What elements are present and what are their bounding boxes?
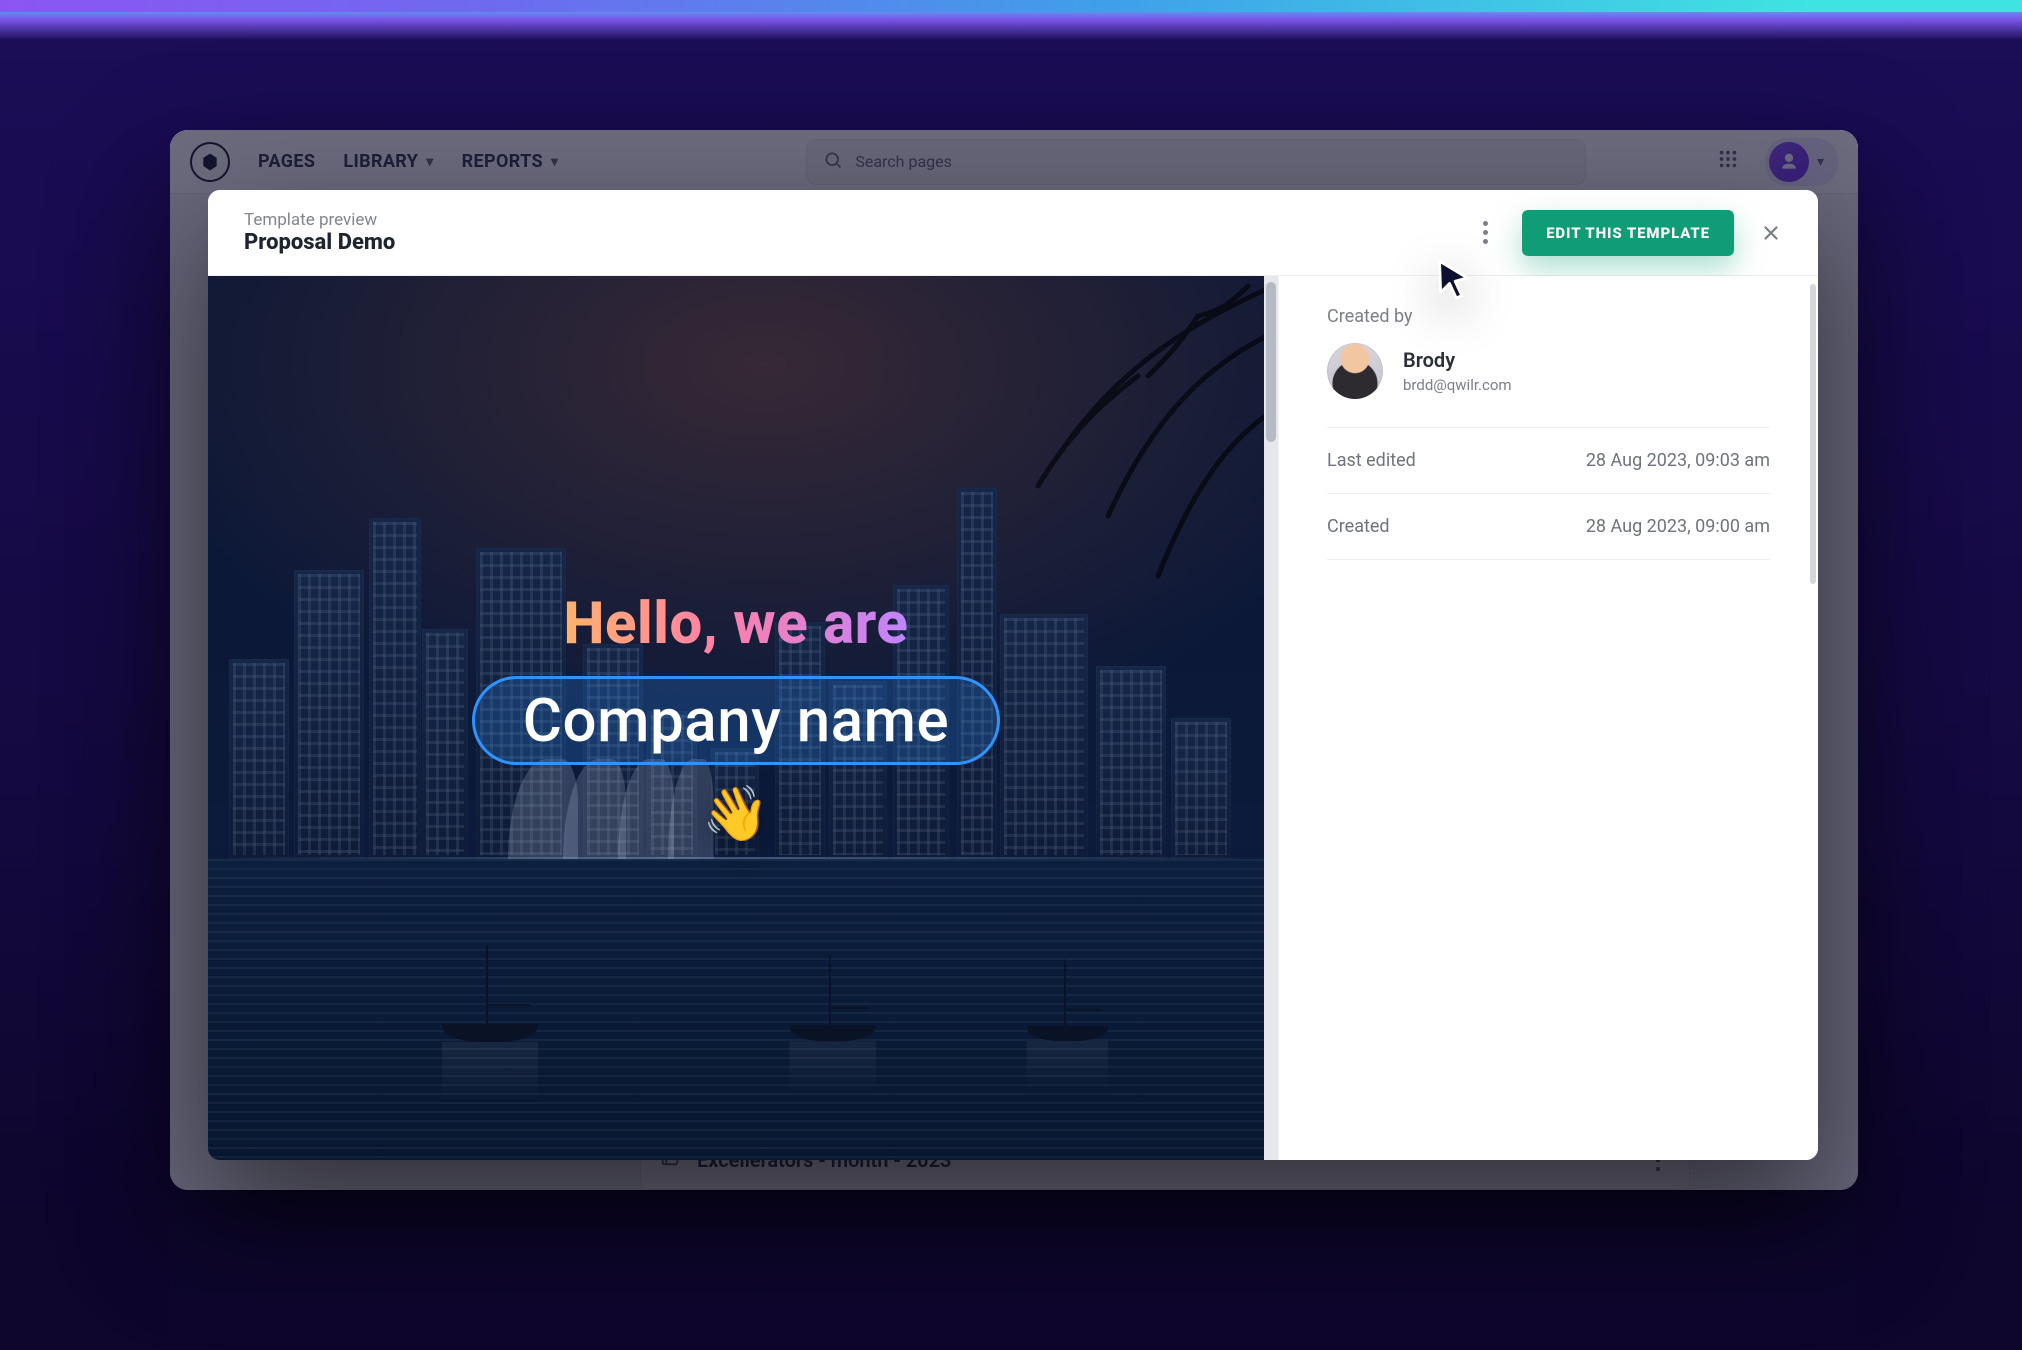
scrollbar-thumb[interactable] — [1266, 282, 1276, 442]
nav-reports[interactable]: REPORTS▾ — [462, 151, 559, 172]
hero-heading: Hello, we are — [564, 590, 909, 658]
kebab-icon — [1483, 230, 1488, 235]
close-button[interactable] — [1752, 214, 1790, 252]
top-nav: PAGES LIBRARY▾ REPORTS▾ Search pages ▾ — [170, 130, 1858, 194]
account-menu[interactable]: ▾ — [1765, 138, 1838, 186]
search-input[interactable]: Search pages — [806, 139, 1586, 185]
modal-options-button[interactable] — [1466, 214, 1504, 252]
meta-value: 28 Aug 2023, 09:03 am — [1586, 450, 1770, 471]
creator-email: brdd@qwilr.com — [1403, 376, 1512, 394]
edit-template-button[interactable]: EDIT THIS TEMPLATE — [1522, 210, 1734, 256]
meta-value: 28 Aug 2023, 09:00 am — [1586, 516, 1770, 537]
search-placeholder: Search pages — [855, 152, 952, 171]
creator-row: Brody brdd@qwilr.com — [1327, 343, 1770, 428]
brand-logo-icon[interactable] — [190, 142, 230, 182]
apps-icon[interactable] — [1717, 148, 1739, 176]
preview-scrollbar[interactable] — [1264, 276, 1278, 1160]
modal-header: Template preview Proposal Demo EDIT THIS… — [208, 190, 1818, 276]
modal-title: Proposal Demo — [244, 230, 395, 255]
hero-content: Hello, we are Company name 👋 — [208, 276, 1264, 1160]
template-preview-canvas[interactable]: Hello, we are Company name 👋 — [208, 276, 1278, 1160]
meta-label: Created — [1327, 516, 1390, 537]
chevron-down-icon: ▾ — [551, 154, 558, 170]
chevron-down-icon: ▾ — [426, 154, 433, 170]
company-name-token[interactable]: Company name — [472, 676, 1001, 765]
template-metadata-sidebar: Created by Brody brdd@qwilr.com Last edi… — [1278, 276, 1818, 1160]
creator-name: Brody — [1403, 348, 1512, 372]
avatar — [1769, 142, 1809, 182]
chevron-down-icon: ▾ — [1817, 154, 1824, 170]
template-preview-modal: Template preview Proposal Demo EDIT THIS… — [208, 190, 1818, 1160]
created-by-label: Created by — [1327, 306, 1770, 327]
last-edited-row: Last edited 28 Aug 2023, 09:03 am — [1327, 428, 1770, 494]
created-row: Created 28 Aug 2023, 09:00 am — [1327, 494, 1770, 560]
breadcrumb: Template preview — [244, 210, 395, 230]
nav-pages[interactable]: PAGES — [258, 151, 315, 172]
nav-library[interactable]: LIBRARY▾ — [343, 151, 433, 172]
sidebar-scrollbar[interactable] — [1808, 276, 1818, 1160]
avatar — [1327, 343, 1383, 399]
close-icon — [1760, 222, 1782, 244]
search-icon — [823, 150, 843, 174]
meta-label: Last edited — [1327, 450, 1416, 471]
wave-emoji-icon: 👋 — [702, 783, 769, 846]
